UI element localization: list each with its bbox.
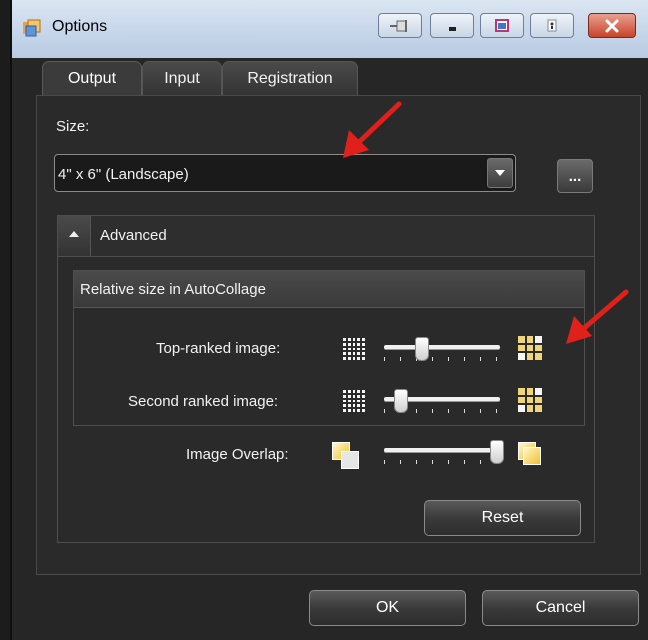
tab-registration[interactable]: Registration: [222, 61, 358, 96]
large-grid-icon: [518, 336, 542, 360]
close-icon: [605, 19, 619, 32]
pin-icon: [390, 19, 407, 32]
minimize-button[interactable]: [430, 13, 474, 38]
help-icon: [547, 19, 557, 31]
top-ranked-slider[interactable]: [384, 337, 500, 367]
restore-button[interactable]: [480, 13, 524, 38]
size-more-label: ...: [568, 167, 582, 185]
advanced-header[interactable]: Advanced: [58, 216, 594, 257]
image-overlap-label: Image Overlap:: [186, 446, 289, 463]
tab-input[interactable]: Input: [142, 61, 222, 96]
advanced-title: Advanced: [100, 227, 167, 244]
title-bar[interactable]: Options: [12, 0, 648, 59]
large-grid-icon: [518, 388, 542, 412]
annotation-arrow: [566, 289, 629, 344]
tab-registration-label: Registration: [247, 70, 333, 87]
size-dropdown[interactable]: 4" x 6" (Landscape): [54, 154, 516, 192]
relative-size-title: Relative size in AutoCollage: [80, 281, 266, 298]
reset-label: Reset: [481, 509, 524, 526]
cancel-label: Cancel: [535, 599, 586, 616]
minimize-icon: [449, 26, 456, 31]
small-grid-icon: [343, 338, 365, 360]
restore-icon: [495, 18, 509, 32]
app-icon: [23, 19, 41, 37]
size-more-button[interactable]: ...: [557, 159, 593, 193]
reset-button[interactable]: Reset: [424, 500, 581, 536]
image-overlap-slider[interactable]: [384, 440, 504, 470]
ok-label: OK: [375, 599, 400, 616]
tab-output[interactable]: Output: [42, 61, 142, 96]
chevron-down-icon: [495, 170, 505, 176]
help-button[interactable]: [530, 13, 574, 38]
advanced-expander: Advanced Relative size in AutoCollage To…: [57, 215, 595, 543]
top-ranked-label: Top-ranked image:: [156, 340, 281, 357]
size-label: Size:: [56, 118, 90, 135]
tab-input-label: Input: [164, 70, 200, 87]
cancel-button[interactable]: Cancel: [482, 590, 639, 626]
collapse-toggle[interactable]: [58, 216, 91, 256]
tab-output-label: Output: [67, 70, 117, 87]
ok-button[interactable]: OK: [309, 590, 466, 626]
low-overlap-icon: [332, 442, 359, 469]
top-ranked-slider-thumb[interactable]: [415, 337, 429, 361]
relative-size-header: Relative size in AutoCollage: [74, 271, 584, 308]
size-dropdown-button[interactable]: [487, 158, 513, 188]
second-ranked-slider-thumb[interactable]: [394, 389, 408, 413]
annotation-arrow: [343, 101, 402, 158]
image-overlap-slider-thumb[interactable]: [490, 440, 504, 464]
dialog-content: Output Input Registration Size: 4" x 6" …: [12, 58, 648, 640]
window-title: Options: [52, 18, 108, 35]
pin-button[interactable]: [378, 13, 422, 38]
second-ranked-slider[interactable]: [384, 389, 500, 419]
options-window: Options Output Input Registration Size: …: [10, 0, 648, 640]
high-overlap-icon: [518, 442, 544, 468]
small-grid-icon: [343, 390, 365, 412]
close-button[interactable]: [588, 13, 636, 38]
size-dropdown-value: 4" x 6" (Landscape): [58, 166, 189, 183]
second-ranked-label: Second ranked image:: [128, 393, 279, 410]
